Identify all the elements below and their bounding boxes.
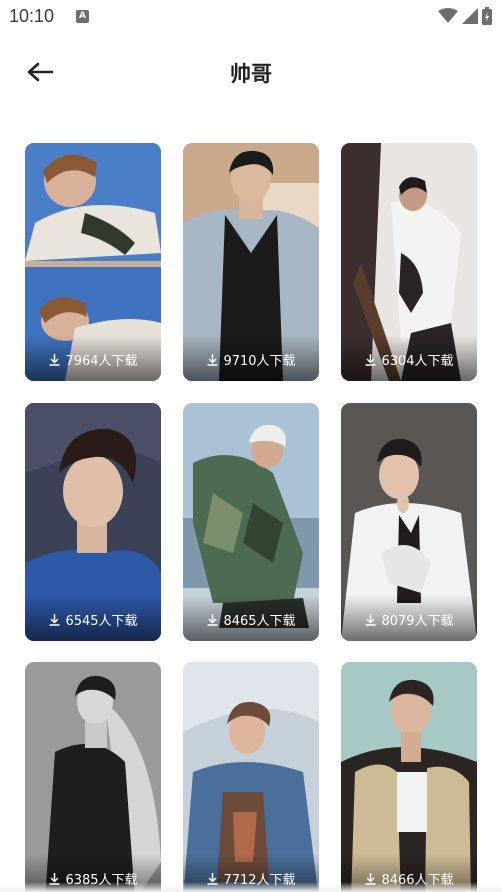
app-bar: 帅哥 [0, 40, 502, 106]
download-count: 9710人下载 [183, 350, 319, 369]
wallpaper-card[interactable]: 7712人下载 [183, 662, 319, 892]
download-icon [207, 354, 218, 366]
download-count: 6545人下载 [25, 610, 161, 629]
download-icon [365, 614, 376, 626]
download-count: 7964人下载 [25, 350, 161, 369]
wallpaper-card[interactable]: 8466人下载 [341, 662, 477, 892]
download-icon [365, 354, 376, 366]
wallpaper-card[interactable]: 9710人下载 [183, 143, 319, 381]
download-count-text: 8079人下载 [381, 614, 454, 629]
download-count-text: 7964人下载 [65, 354, 138, 369]
download-icon [207, 614, 218, 626]
download-count-text: 8465人下载 [223, 614, 296, 629]
wallpaper-card[interactable]: 6304人下载 [341, 143, 477, 381]
wallpaper-card[interactable]: 7964人下载 [25, 143, 161, 381]
bottom-fade [0, 882, 502, 892]
status-icons [438, 7, 492, 25]
download-count-text: 6304人下载 [381, 354, 454, 369]
status-bar: 10:10 A [0, 0, 502, 34]
page-title: 帅哥 [230, 62, 272, 86]
wallpaper-card[interactable]: 8465人下载 [183, 403, 319, 641]
battery-icon [482, 7, 492, 25]
download-count-text: 6545人下载 [65, 614, 138, 629]
download-count: 6304人下载 [341, 350, 477, 369]
signal-icon [462, 8, 478, 24]
status-time: 10:10 [9, 6, 55, 26]
wallpaper-card[interactable]: 6385人下载 [25, 662, 161, 892]
wallpaper-card[interactable]: 6545人下载 [25, 403, 161, 641]
notification-icon: A [76, 10, 89, 23]
download-count: 8465人下载 [183, 610, 319, 629]
download-count: 8079人下载 [341, 610, 477, 629]
wallpaper-card[interactable]: 8079人下载 [341, 403, 477, 641]
wifi-icon [438, 8, 458, 23]
download-icon [49, 614, 60, 626]
download-count-text: 9710人下载 [223, 354, 296, 369]
download-icon [49, 354, 60, 366]
